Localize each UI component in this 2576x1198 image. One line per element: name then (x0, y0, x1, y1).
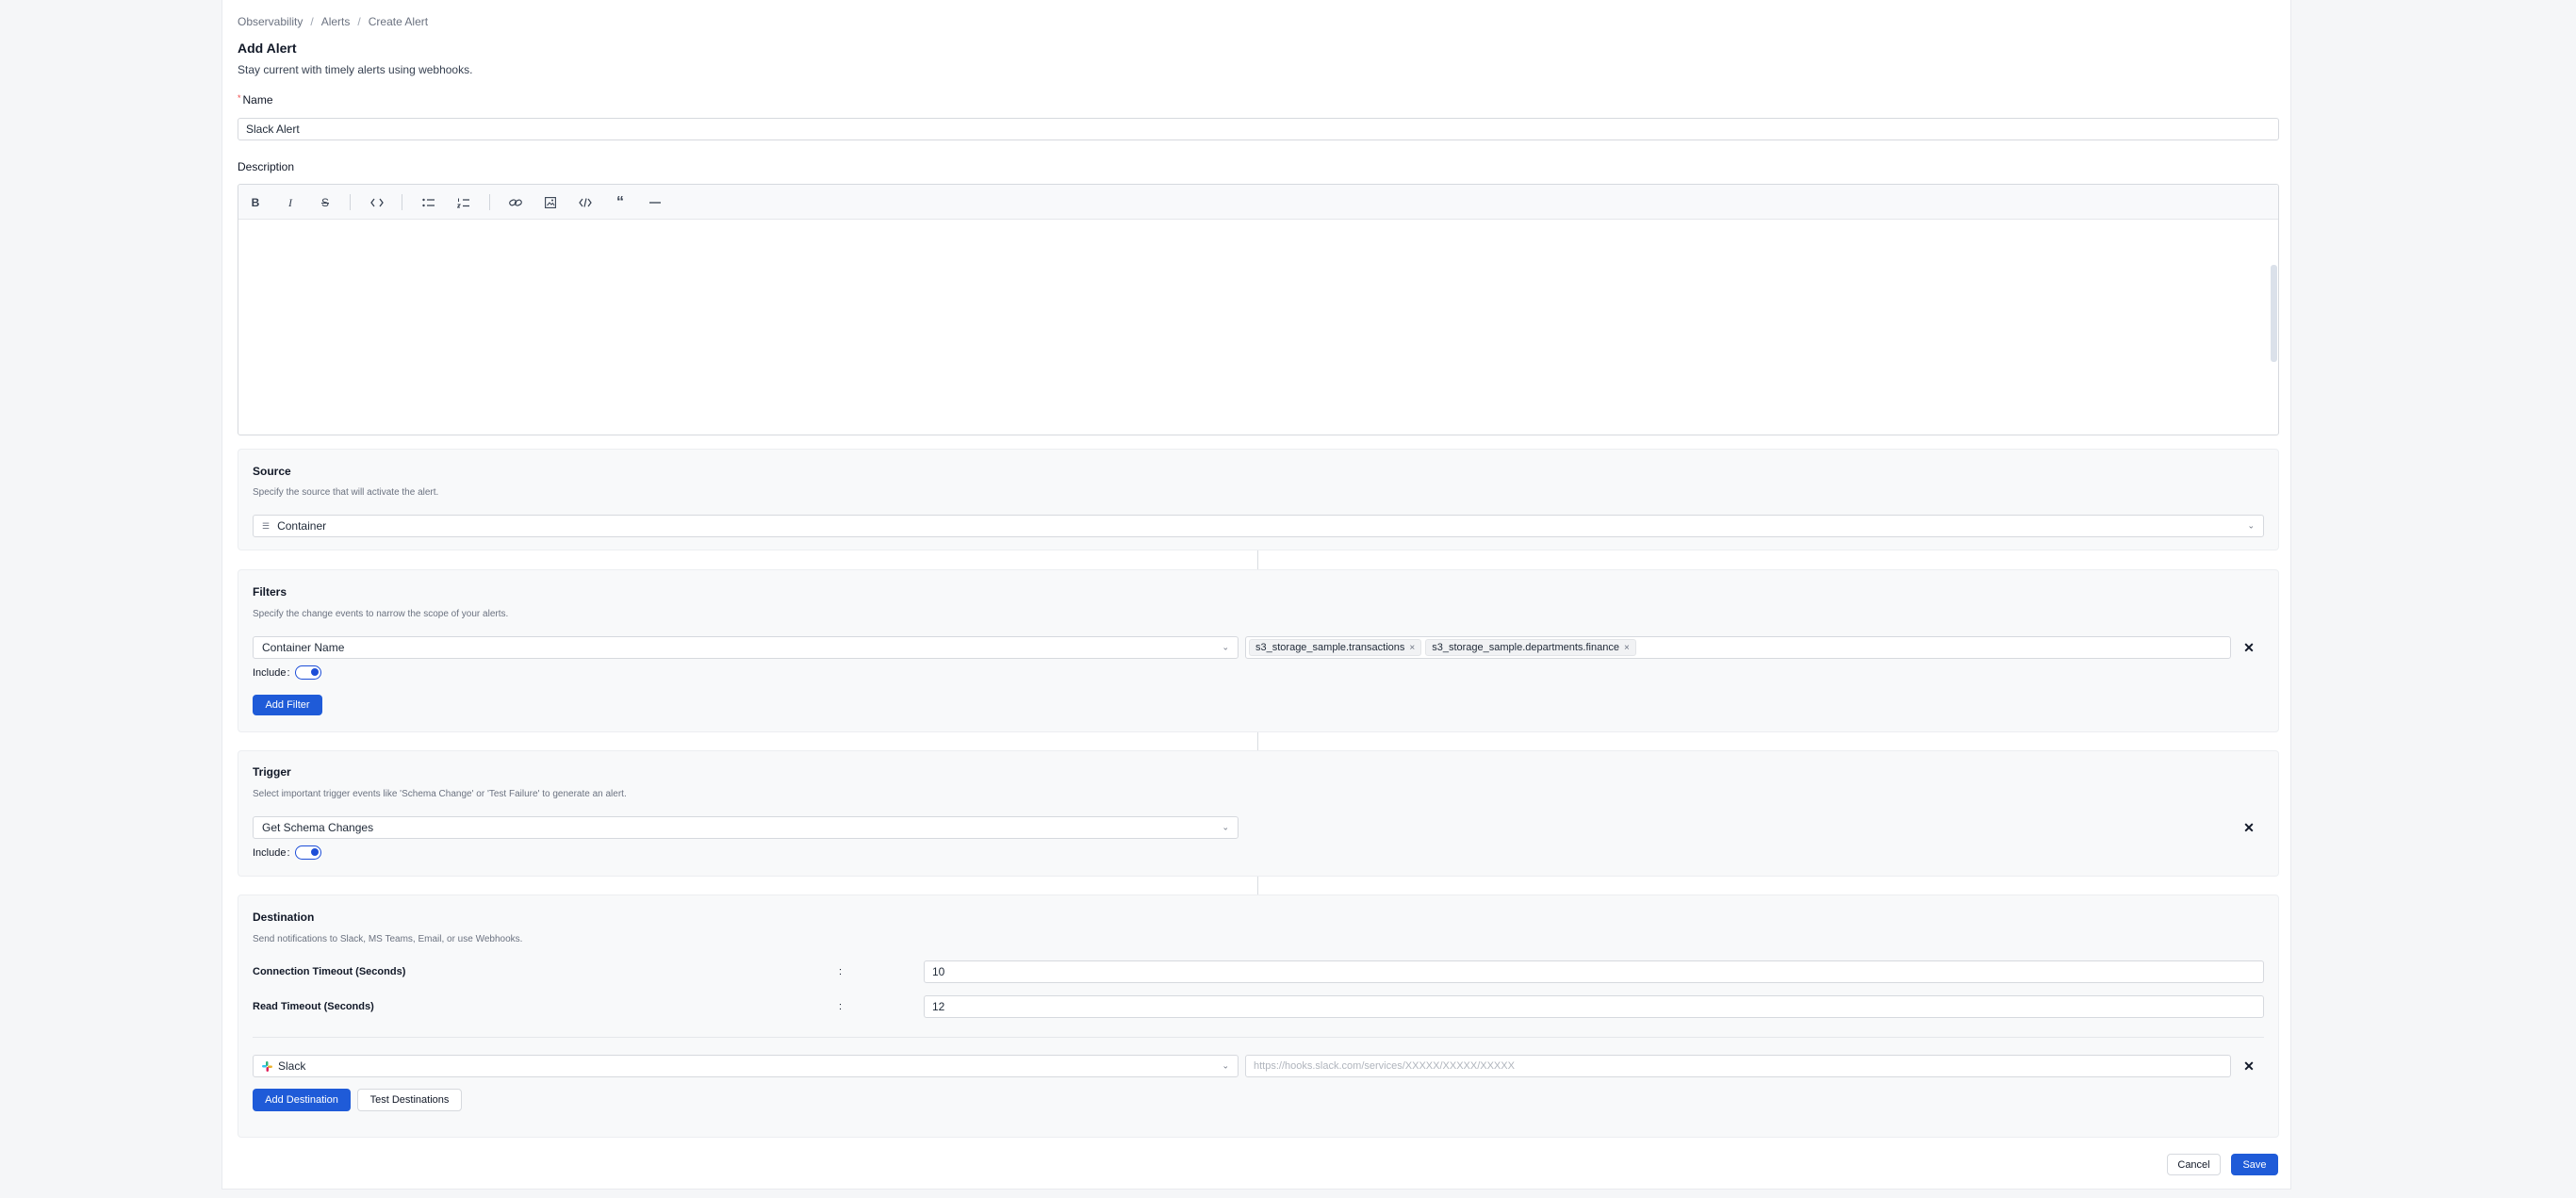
colon-separator: : (839, 1001, 843, 1012)
source-card: Source Specify the source that will acti… (238, 449, 2279, 550)
link-icon[interactable] (506, 193, 525, 212)
editor-scrollbar[interactable] (2271, 265, 2277, 362)
source-title: Source (253, 465, 291, 478)
webhook-url-input[interactable]: https://hooks.slack.com/services/XXXXX/X… (1245, 1055, 2231, 1077)
colon-separator: : (839, 966, 843, 977)
chevron-down-icon: ⌄ (2247, 520, 2255, 531)
ordered-list-icon[interactable] (454, 193, 473, 212)
remove-tag-icon[interactable]: × (1409, 643, 1415, 653)
filters-title: Filters (253, 585, 287, 599)
destination-title: Destination (253, 911, 315, 924)
name-label: * Name (238, 93, 273, 107)
image-icon[interactable] (541, 193, 560, 212)
name-input[interactable]: Slack Alert (238, 118, 2279, 140)
chevron-down-icon: ⌄ (1222, 1060, 1229, 1071)
toggle-knob (310, 848, 319, 856)
breadcrumb-observability[interactable]: Observability (238, 15, 303, 28)
description-label: Description (238, 160, 295, 173)
connector-line (1257, 550, 1258, 569)
breadcrumb-separator: / (357, 15, 361, 28)
add-filter-button[interactable]: Add Filter (253, 695, 322, 715)
destination-type-select[interactable]: Slack ⌄ (253, 1055, 1239, 1077)
strikethrough-icon[interactable]: S (316, 193, 335, 212)
trigger-select[interactable]: Get Schema Changes ⌄ (253, 816, 1239, 839)
read-timeout-value: 12 (932, 1000, 945, 1013)
filter-field-select[interactable]: Container Name ⌄ (253, 636, 1239, 659)
trigger-include-row: Include: (253, 845, 321, 860)
breadcrumb-create-alert: Create Alert (368, 15, 429, 28)
destination-type-value: Slack (278, 1059, 306, 1073)
create-alert-page: Observability / Alerts / Create Alert Ad… (222, 0, 2291, 1190)
required-mark: * (238, 93, 241, 103)
save-button[interactable]: Save (2231, 1154, 2278, 1175)
remove-tag-icon[interactable]: × (1624, 643, 1630, 653)
inline-code-icon[interactable] (368, 193, 386, 212)
horizontal-rule-icon[interactable] (646, 193, 665, 212)
destination-description: Send notifications to Slack, MS Teams, E… (253, 934, 523, 944)
connection-timeout-input[interactable]: 10 (924, 960, 2264, 983)
trigger-title: Trigger (253, 765, 291, 779)
filters-card: Filters Specify the change events to nar… (238, 569, 2279, 732)
connector-line (1257, 877, 1258, 894)
chevron-down-icon: ⌄ (1222, 642, 1229, 652)
trigger-selected-value: Get Schema Changes (262, 821, 374, 834)
editor-toolbar: B I S “ (238, 185, 2278, 220)
include-label: Include (253, 666, 287, 679)
trigger-include-toggle[interactable] (294, 845, 321, 860)
quote-icon[interactable]: “ (611, 193, 630, 212)
breadcrumb-separator: / (310, 15, 314, 28)
remove-filter-button[interactable]: ✕ (2239, 637, 2259, 658)
italic-icon[interactable]: I (281, 193, 300, 212)
source-select[interactable]: ☰ Container ⌄ (253, 515, 2264, 537)
source-selected-value: Container (277, 519, 327, 533)
destination-card: Destination Send notifications to Slack,… (238, 894, 2279, 1138)
page-subtitle: Stay current with timely alerts using we… (238, 63, 473, 76)
filter-tag: s3_storage_sample.departments.finance × (1425, 639, 1636, 656)
read-timeout-label: Read Timeout (Seconds) (253, 1001, 374, 1012)
name-label-text: Name (242, 93, 273, 107)
filter-tag-label: s3_storage_sample.departments.finance (1432, 642, 1619, 653)
chevron-down-icon: ⌄ (1222, 822, 1229, 832)
toolbar-divider (489, 194, 490, 210)
connection-timeout-label: Connection Timeout (Seconds) (253, 966, 406, 977)
test-destinations-button[interactable]: Test Destinations (357, 1089, 462, 1111)
cancel-button[interactable]: Cancel (2167, 1154, 2221, 1175)
filter-include-toggle[interactable] (294, 665, 321, 680)
page-title: Add Alert (238, 41, 297, 56)
description-editor[interactable]: B I S “ (238, 184, 2279, 435)
connector-line (1257, 732, 1258, 750)
breadcrumb-alerts[interactable]: Alerts (321, 15, 351, 28)
bold-icon[interactable]: B (246, 193, 265, 212)
filter-include-row: Include: (253, 665, 321, 680)
filters-description: Specify the change events to narrow the … (253, 609, 509, 619)
read-timeout-input[interactable]: 12 (924, 995, 2264, 1018)
trigger-description: Select important trigger events like 'Sc… (253, 789, 627, 799)
filter-values-input[interactable]: s3_storage_sample.transactions × s3_stor… (1245, 636, 2231, 659)
container-icon: ☰ (262, 520, 271, 531)
add-destination-button[interactable]: Add Destination (253, 1089, 351, 1111)
webhook-url-placeholder: https://hooks.slack.com/services/XXXXX/X… (1254, 1060, 1515, 1072)
divider (253, 1037, 2264, 1038)
breadcrumb: Observability / Alerts / Create Alert (238, 15, 428, 28)
connection-timeout-value: 10 (932, 965, 945, 978)
filter-field-value: Container Name (262, 641, 345, 654)
code-block-icon[interactable] (576, 193, 595, 212)
source-description: Specify the source that will activate th… (253, 487, 439, 498)
trigger-card: Trigger Select important trigger events … (238, 750, 2279, 877)
include-label: Include (253, 846, 287, 859)
remove-destination-button[interactable]: ✕ (2239, 1056, 2259, 1076)
slack-icon (262, 1060, 272, 1072)
toggle-knob (310, 668, 319, 676)
filter-tag-label: s3_storage_sample.transactions (1255, 642, 1405, 653)
remove-trigger-button[interactable]: ✕ (2239, 817, 2259, 838)
name-input-value: Slack Alert (246, 123, 300, 136)
bullet-list-icon[interactable] (419, 193, 438, 212)
toolbar-divider (350, 194, 351, 210)
filter-tag: s3_storage_sample.transactions × (1249, 639, 1422, 656)
